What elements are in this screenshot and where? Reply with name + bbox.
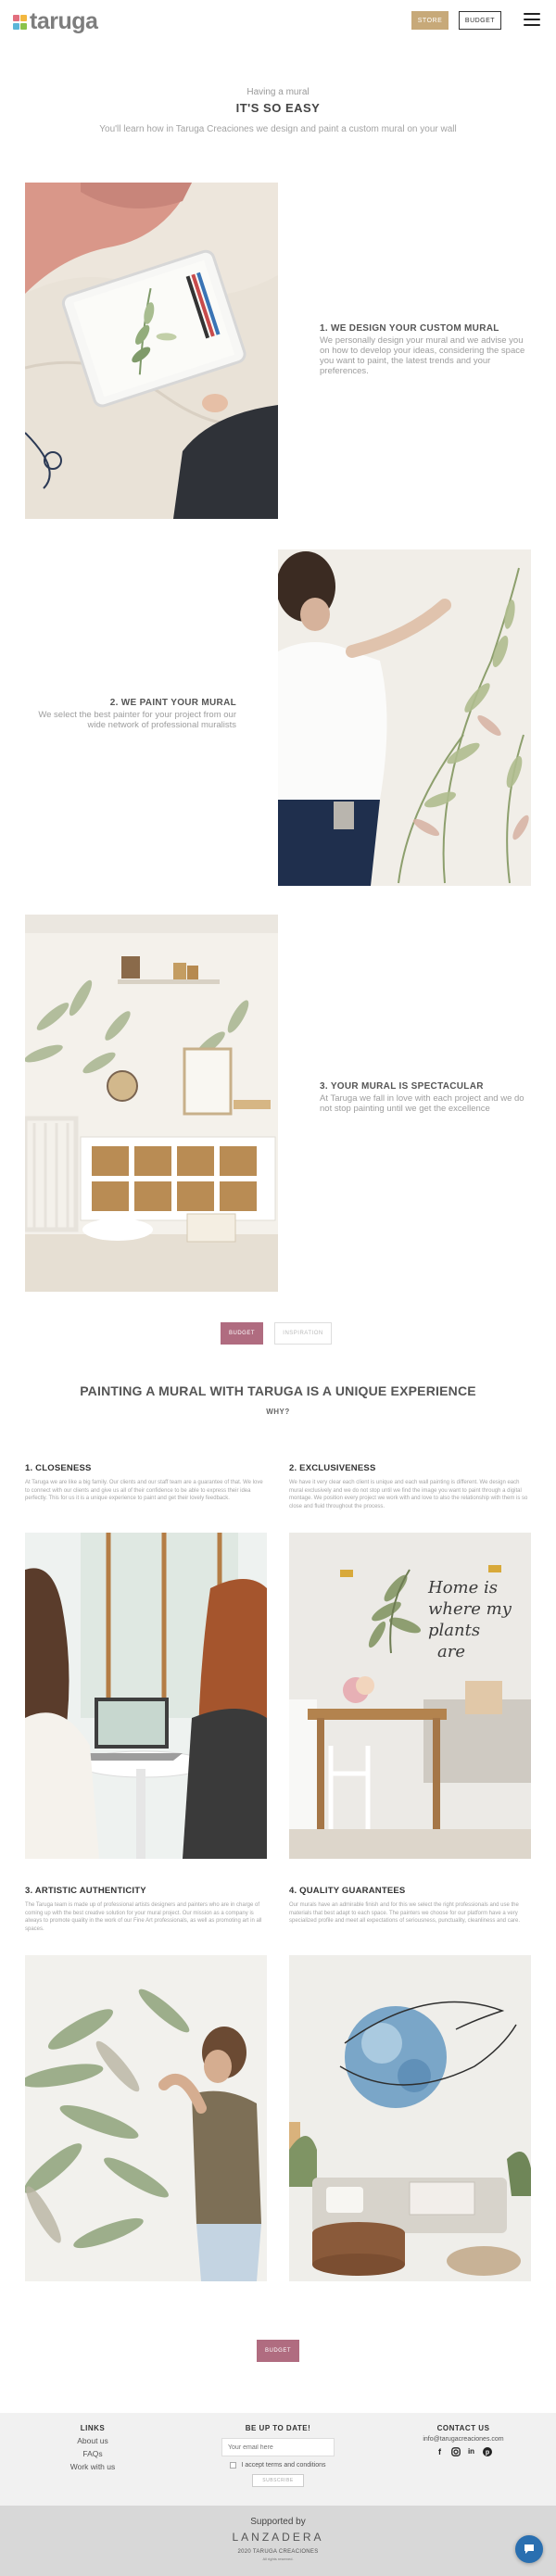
intro-subtitle: You'll learn how in Taruga Creaciones we… <box>99 124 457 134</box>
chat-icon[interactable] <box>515 2535 543 2563</box>
step-1-title: 1. WE DESIGN YOUR CUSTOM MURAL <box>320 323 499 334</box>
budget-button-header[interactable]: BUDGET <box>459 11 501 30</box>
cta-row: BUDGET INSPIRATION <box>221 1322 332 1345</box>
logo-mark-icon <box>13 13 28 32</box>
feature-1-description: At Taruga we are like a big family. Our … <box>25 1480 263 1502</box>
svg-text:where my: where my <box>428 1599 512 1619</box>
newsletter-email-input[interactable] <box>221 2438 335 2456</box>
unique-title: PAINTING A MURAL WITH TARUGA IS A UNIQUE… <box>80 1383 476 1398</box>
inspiration-button[interactable]: INSPIRATION <box>274 1322 332 1345</box>
footer-newsletter-column: BE UP TO DATE! I accept terms and condit… <box>221 2424 335 2487</box>
footer-contact-column: CONTACT US info@tarugacreaciones.com f i… <box>406 2424 521 2456</box>
step-3-description: At Taruga we fall in love with each proj… <box>320 1093 524 1114</box>
feature-4-title: 4. QUALITY GUARANTEES <box>289 1886 406 1896</box>
svg-text:p: p <box>485 2449 488 2456</box>
svg-text:are: are <box>437 1642 465 1661</box>
feature-1-title: 1. CLOSENESS <box>25 1463 92 1473</box>
terms-checkbox-row[interactable]: I accept terms and conditions <box>221 2462 335 2469</box>
facebook-icon[interactable]: f <box>435 2446 445 2456</box>
step-2-text: 2. WE PAINT YOUR MURAL We select the bes… <box>32 698 236 731</box>
terms-checkbox[interactable] <box>230 2462 237 2469</box>
unique-why: WHY? <box>266 1408 290 1416</box>
feature-3-title: 3. ARTISTIC AUTHENTICITY <box>25 1886 146 1896</box>
svg-text:Home is: Home is <box>427 1578 498 1597</box>
logo[interactable]: taruga <box>13 8 98 35</box>
unique-section: PAINTING A MURAL WITH TARUGA IS A UNIQUE… <box>0 1383 556 1416</box>
step-1-image <box>25 183 278 519</box>
step-3-title: 3. YOUR MURAL IS SPECTACULAR <box>320 1081 484 1092</box>
step-3-text: 3. YOUR MURAL IS SPECTACULAR At Taruga w… <box>320 1081 533 1115</box>
copyright-text: 2020 TARUGA CREACIONES <box>237 2549 319 2555</box>
terms-label: I accept terms and conditions <box>241 2462 326 2469</box>
footer-contact-heading: CONTACT US <box>436 2424 490 2432</box>
intro-kicker: Having a mural <box>246 87 310 97</box>
feature-2-description: We have it very clear each client is uni… <box>289 1480 528 1510</box>
feature-4-image <box>289 1955 531 2281</box>
subscribe-button[interactable]: SUBSCRIBE <box>252 2474 304 2487</box>
linkedin-icon[interactable]: in <box>466 2446 476 2456</box>
intro-title: IT'S SO EASY <box>235 101 321 115</box>
feature-3-image <box>25 1955 267 2281</box>
footer-newsletter-heading: BE UP TO DATE! <box>245 2424 311 2432</box>
site-header: taruga STORE BUDGET <box>0 0 556 43</box>
step-3-image <box>25 915 278 1292</box>
store-button[interactable]: STORE <box>411 11 449 30</box>
footer-link-about[interactable]: About us <box>63 2436 122 2445</box>
step-2-title: 2. WE PAINT YOUR MURAL <box>109 698 236 708</box>
intro-section: Having a mural IT'S SO EASY You'll learn… <box>0 87 556 134</box>
budget-button[interactable]: BUDGET <box>221 1322 263 1345</box>
social-icons: f in p <box>406 2446 521 2456</box>
feature-2-image: Home is where my plants are <box>289 1533 531 1859</box>
feature-1-image <box>25 1533 267 1859</box>
site-footer: LINKS About us FAQs Work with us BE UP T… <box>0 2413 556 2506</box>
step-1-description: We personally design your mural and we a… <box>320 335 525 376</box>
sponsor-logo[interactable]: LANZADERA <box>0 2531 556 2544</box>
menu-icon[interactable] <box>524 13 540 26</box>
pinterest-icon[interactable]: p <box>482 2446 492 2456</box>
budget-button-bottom[interactable]: BUDGET <box>257 2340 299 2362</box>
step-2-description: We select the best painter for your proj… <box>38 710 236 730</box>
footer-links-heading: LINKS <box>80 2424 106 2432</box>
page: taruga STORE BUDGET Having a mural IT'S … <box>0 0 556 2576</box>
feature-3-description: The Taruga team is made up of profession… <box>25 1902 262 1933</box>
step-2-image <box>278 549 531 886</box>
logo-text: taruga <box>30 8 98 34</box>
footer-link-work[interactable]: Work with us <box>63 2462 122 2471</box>
contact-email-link[interactable]: info@tarugacreaciones.com <box>406 2436 521 2443</box>
footer-links-column: LINKS About us FAQs Work with us <box>63 2424 122 2471</box>
step-1-text: 1. WE DESIGN YOUR CUSTOM MURAL We person… <box>320 323 533 377</box>
bottom-bar: Supported by LANZADERA 2020 TARUGA CREAC… <box>0 2506 556 2576</box>
supported-by-label: Supported by <box>250 2517 306 2527</box>
feature-4-description: Our murals have an admirable finish and … <box>289 1902 521 1925</box>
instagram-icon[interactable] <box>450 2446 461 2456</box>
svg-text:plants: plants <box>428 1621 480 1640</box>
feature-2-title: 2. EXCLUSIVENESS <box>289 1463 376 1473</box>
rights-text: All rights reserved. <box>262 2557 294 2561</box>
footer-link-faqs[interactable]: FAQs <box>63 2449 122 2458</box>
